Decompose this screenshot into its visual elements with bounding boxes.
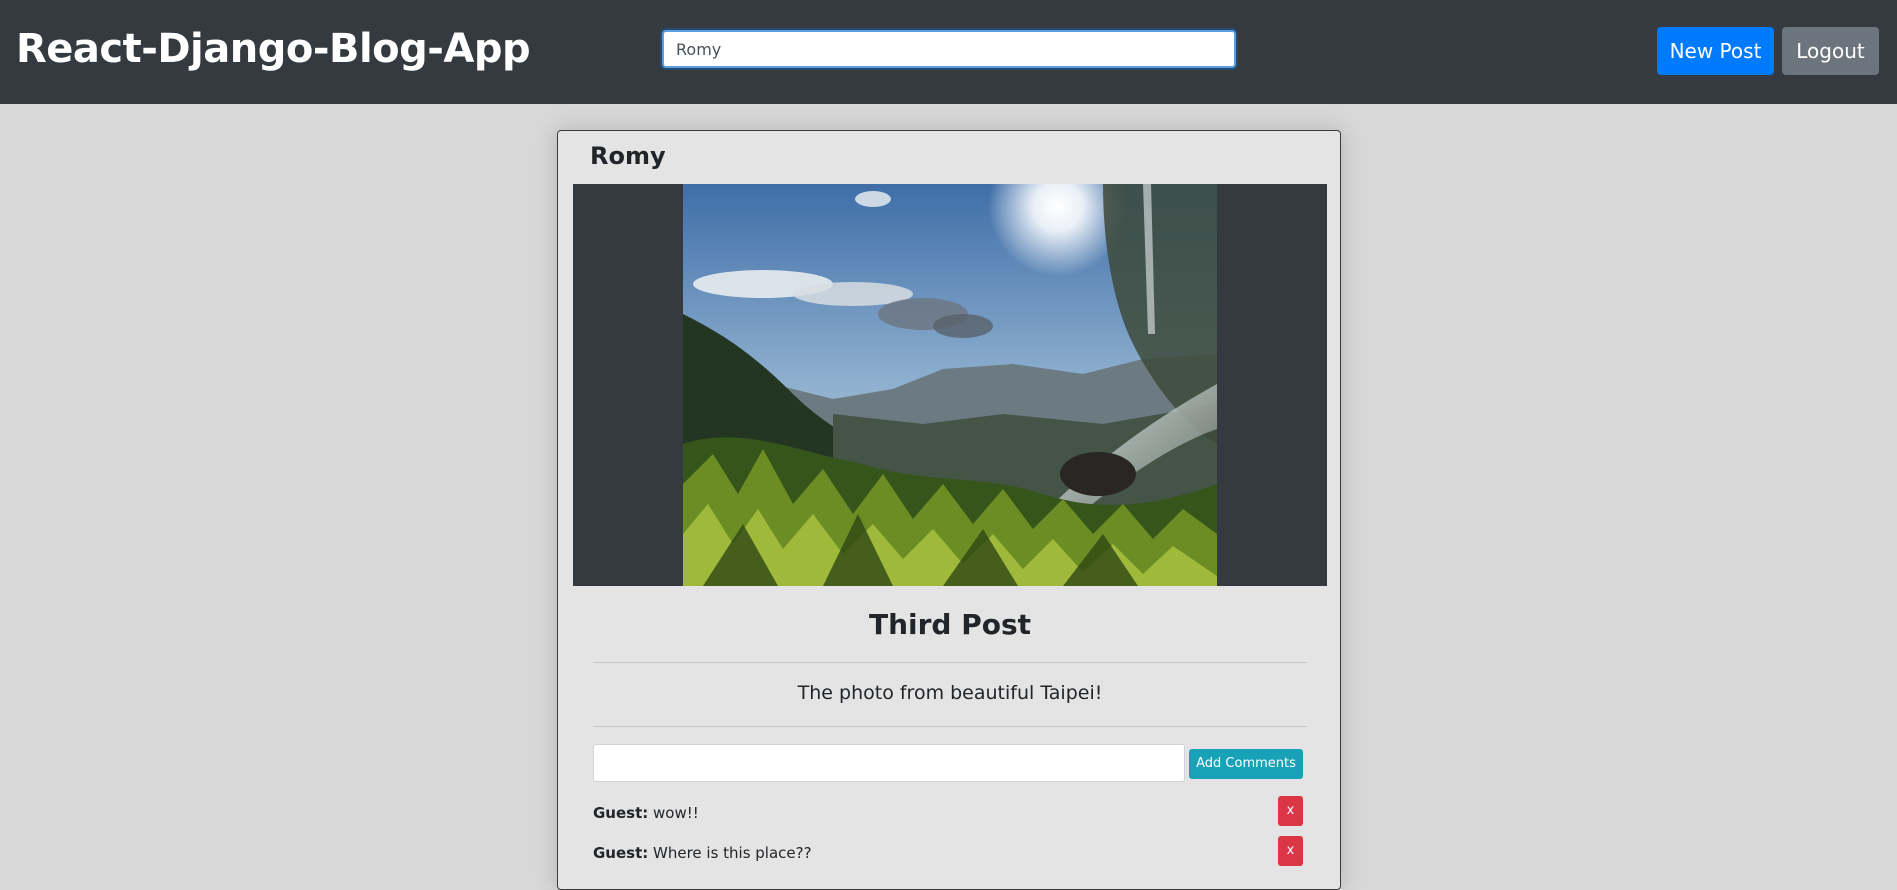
app-brand-title[interactable]: React-Django-Blog-App [16,24,531,74]
post-body: The photo from beautiful Taipei! [797,682,1103,704]
divider [593,726,1307,727]
delete-comment-button[interactable]: x [1278,796,1303,826]
delete-comment-button[interactable]: x [1278,836,1303,866]
divider [593,662,1307,663]
comment-item: Guest: wow!! x [593,796,1307,833]
comment-text: wow!! [653,804,699,822]
search-input[interactable] [662,30,1236,68]
post-title: Third Post [868,608,1032,641]
comment-author: Guest: [593,804,649,822]
comment-input[interactable] [593,744,1185,782]
add-comment-button[interactable]: Add Comments [1189,749,1303,779]
post-photo [683,184,1217,586]
top-navbar: React-Django-Blog-App New Post Logout [0,0,1897,104]
post-author: Romy [590,142,666,170]
new-post-button[interactable]: New Post [1657,27,1774,75]
comment-author: Guest: [593,844,649,862]
comment-item: Guest: Where is this place?? x [593,836,1307,873]
post-card: Romy Third Post The photo from beautiful… [557,130,1341,890]
comment-text: Where is this place?? [653,844,812,862]
post-image-frame [573,184,1327,586]
logout-button[interactable]: Logout [1782,27,1879,75]
